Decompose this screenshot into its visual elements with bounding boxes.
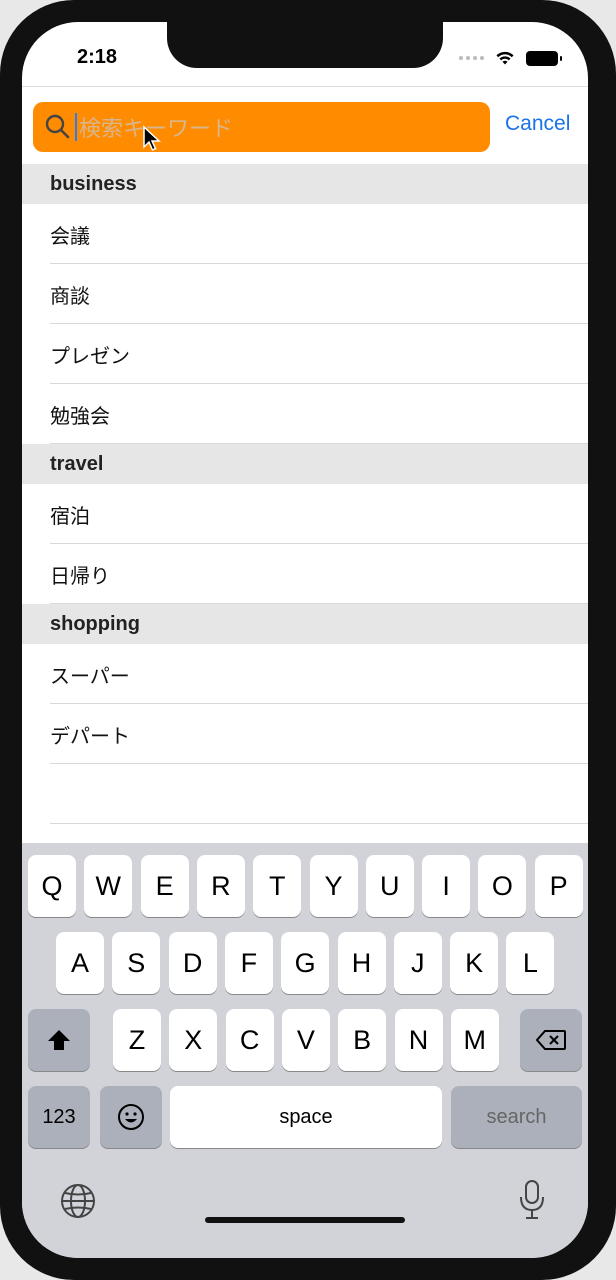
key-z[interactable]: Z: [113, 1009, 161, 1071]
status-time: 2:18: [77, 46, 118, 68]
signal-icon: [459, 56, 484, 60]
mouse-cursor-icon: [143, 125, 161, 152]
key-i[interactable]: I: [422, 855, 471, 917]
list-item[interactable]: スーパー: [22, 644, 588, 704]
key-s[interactable]: S: [112, 932, 161, 994]
key-g[interactable]: G: [281, 932, 330, 994]
key-a[interactable]: A: [56, 932, 104, 994]
key-w[interactable]: W: [84, 855, 133, 917]
globe-icon[interactable]: [60, 1183, 96, 1219]
screen: 2:18 検索キーワード Cancel business 会議 商談 プレゼン …: [22, 22, 588, 1258]
key-r[interactable]: R: [196, 855, 245, 917]
notch: [167, 22, 443, 68]
text-caret: [75, 113, 77, 141]
key-v[interactable]: V: [281, 1009, 330, 1071]
status-icons: [459, 50, 562, 66]
section-header-shopping: shopping: [22, 604, 588, 644]
search-bar: 検索キーワード Cancel: [22, 86, 588, 164]
list-item[interactable]: デパート: [22, 704, 588, 764]
microphone-icon[interactable]: [518, 1179, 546, 1221]
key-m[interactable]: M: [450, 1009, 499, 1071]
key-f[interactable]: F: [224, 932, 273, 994]
delete-icon: [535, 1030, 566, 1050]
key-x[interactable]: X: [169, 1009, 218, 1071]
list-item[interactable]: プレゼン: [22, 324, 588, 384]
list-item[interactable]: 日帰り: [22, 544, 588, 604]
phone-frame: 2:18 検索キーワード Cancel business 会議 商談 プレゼン …: [0, 0, 616, 1280]
key-u[interactable]: U: [365, 855, 414, 917]
key-d[interactable]: D: [168, 932, 217, 994]
key-e[interactable]: E: [140, 855, 189, 917]
space-key[interactable]: space: [170, 1086, 442, 1148]
key-q[interactable]: Q: [28, 855, 76, 917]
key-b[interactable]: B: [338, 1009, 387, 1071]
emoji-key[interactable]: [100, 1086, 162, 1148]
empty-row: [22, 764, 588, 824]
key-n[interactable]: N: [394, 1009, 443, 1071]
cancel-button[interactable]: Cancel: [505, 112, 570, 136]
emoji-icon: [118, 1104, 144, 1130]
battery-icon: [526, 50, 562, 66]
list-item[interactable]: 商談: [22, 264, 588, 324]
key-j[interactable]: J: [393, 932, 442, 994]
home-indicator: [205, 1217, 405, 1223]
key-o[interactable]: O: [478, 855, 527, 917]
key-t[interactable]: T: [253, 855, 302, 917]
shift-icon: [48, 1030, 70, 1050]
shift-key[interactable]: [28, 1009, 90, 1071]
search-key[interactable]: search: [451, 1086, 582, 1148]
section-header-travel: travel: [22, 444, 588, 484]
search-icon: [45, 114, 70, 139]
list-item[interactable]: 宿泊: [22, 484, 588, 544]
key-h[interactable]: H: [337, 932, 386, 994]
results-list: business 会議 商談 プレゼン 勉強会 travel 宿泊 日帰り sh…: [22, 164, 588, 824]
wifi-icon: [496, 51, 514, 65]
key-l[interactable]: L: [506, 932, 555, 994]
numbers-key[interactable]: 123: [28, 1086, 90, 1148]
list-item[interactable]: 会議: [22, 204, 588, 264]
search-input[interactable]: 検索キーワード: [33, 102, 490, 152]
list-item[interactable]: 勉強会: [22, 384, 588, 444]
delete-key[interactable]: [520, 1009, 582, 1071]
key-k[interactable]: K: [450, 932, 499, 994]
key-p[interactable]: P: [534, 855, 583, 917]
key-c[interactable]: C: [225, 1009, 274, 1071]
keyboard: QWERTYUIOP ASDFGHJKL ZXCVBNM 123 space s…: [22, 843, 588, 1258]
key-y[interactable]: Y: [309, 855, 358, 917]
section-header-business: business: [22, 164, 588, 204]
